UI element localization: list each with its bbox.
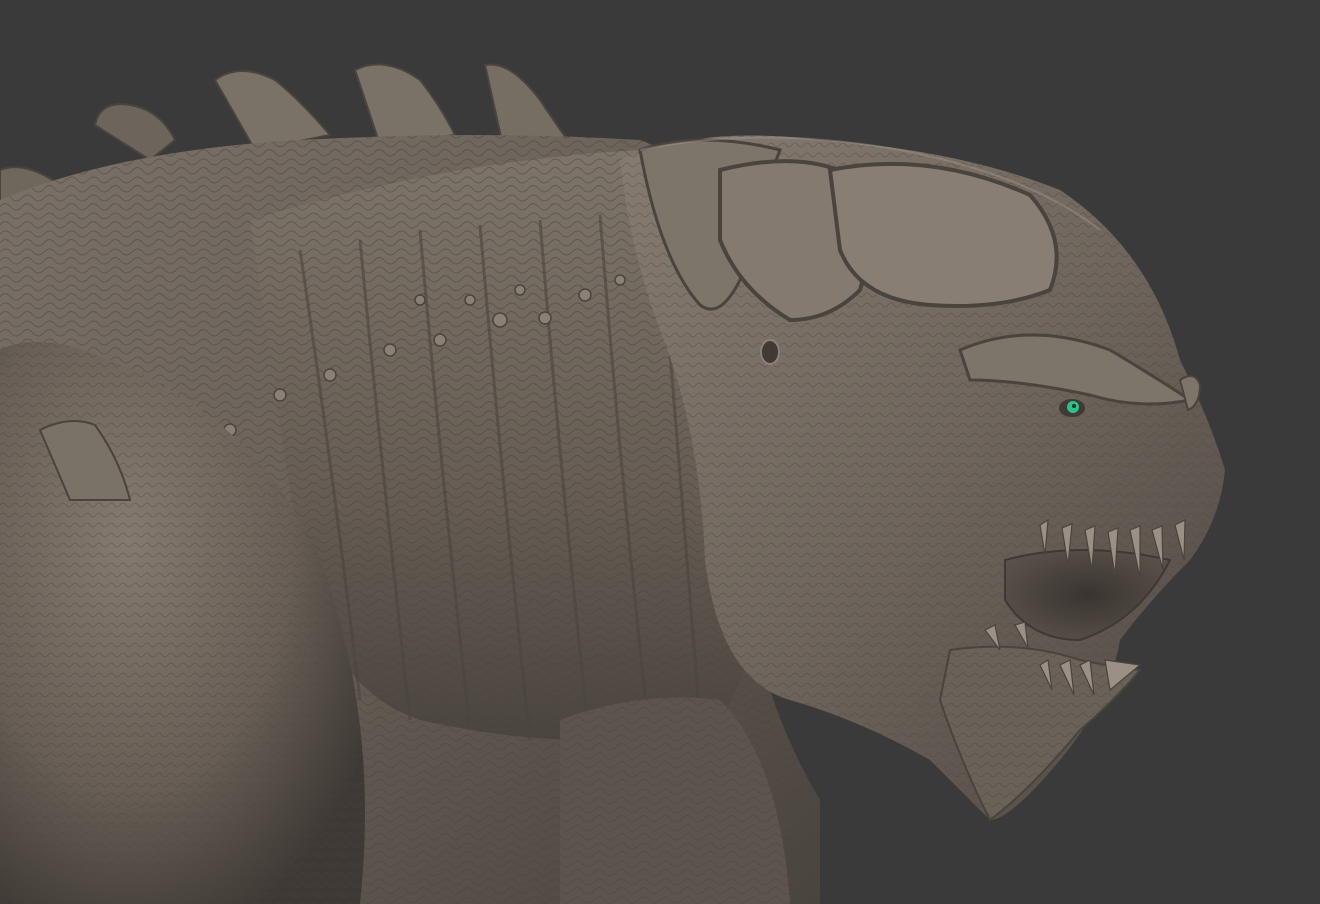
creature-eye (1059, 399, 1085, 417)
ear-hole (760, 339, 780, 365)
sculpt-viewport[interactable] (0, 0, 1320, 904)
creature-sculpt-render (0, 0, 1320, 904)
